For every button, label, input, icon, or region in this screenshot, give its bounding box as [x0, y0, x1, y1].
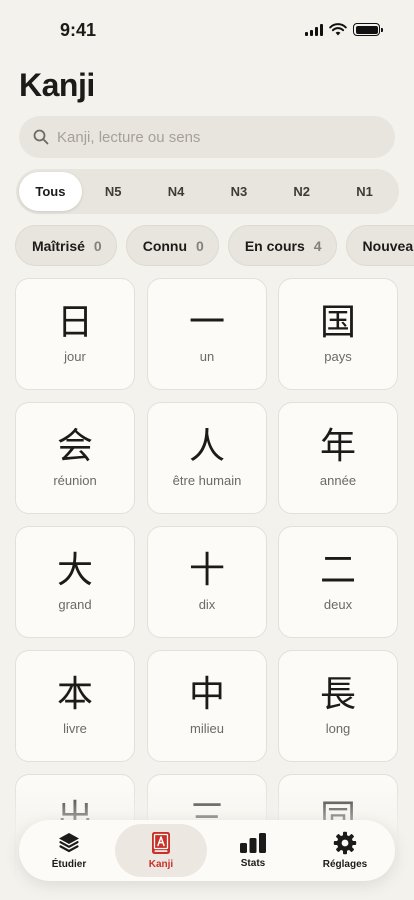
kanji-card[interactable]: 二 deux: [278, 526, 398, 638]
tab-kanji[interactable]: Kanji: [115, 824, 207, 877]
kanji-character: 本: [56, 674, 93, 715]
kanji-meaning: deux: [323, 597, 353, 612]
filter-chip-count: 4: [313, 237, 322, 254]
battery-icon: [353, 23, 383, 36]
status-filter-chips: Maîtrisé 0 Connu 0 En cours 4 Nouveau: [15, 225, 414, 267]
kanji-card[interactable]: 年 année: [278, 402, 398, 514]
kanji-meaning: grand: [58, 597, 92, 612]
kanji-character: 会: [56, 426, 93, 467]
filter-chip-label: Connu: [142, 237, 188, 254]
tab-label: Réglages: [322, 859, 368, 870]
wifi-icon: [329, 23, 347, 36]
kanji-card[interactable]: 日 jour: [15, 278, 135, 390]
kanji-meaning: pays: [324, 349, 352, 364]
filter-chip-maitrise[interactable]: Maîtrisé 0: [15, 225, 117, 266]
level-segmented-control: Tous N5 N4 N3 N2 N1: [16, 169, 399, 214]
level-tab-n5[interactable]: N5: [82, 172, 145, 211]
filter-chip-label: Nouveau: [362, 237, 414, 254]
filter-chip-en-cours[interactable]: En cours 4: [227, 225, 337, 266]
kanji-card[interactable]: 本 livre: [15, 650, 135, 762]
kanji-book-icon: [152, 832, 170, 854]
level-tab-n4[interactable]: N4: [145, 172, 208, 211]
tab-bar: Étudier Kanji Stats Réglages: [19, 820, 395, 881]
filter-chip-nouveau[interactable]: Nouveau: [345, 225, 414, 266]
kanji-meaning: milieu: [190, 721, 224, 736]
kanji-character: 人: [188, 426, 225, 467]
status-bar: 9:41: [0, 0, 414, 58]
level-tab-tous[interactable]: Tous: [19, 172, 82, 211]
kanji-meaning: livre: [63, 721, 87, 736]
kanji-character: 一: [188, 302, 225, 343]
status-time: 9:41: [60, 20, 97, 40]
level-tab-n2[interactable]: N2: [270, 172, 333, 211]
kanji-card[interactable]: 長 long: [278, 650, 398, 762]
kanji-card[interactable]: 中 milieu: [147, 650, 267, 762]
tab-label: Kanji: [148, 859, 174, 870]
stack-icon: [59, 833, 79, 853]
bar-chart-icon: [240, 833, 266, 853]
tab-stats[interactable]: Stats: [207, 824, 299, 877]
filter-chip-label: En cours: [244, 237, 305, 254]
search-input[interactable]: [57, 128, 377, 146]
kanji-character: 長: [319, 674, 356, 715]
kanji-meaning: dix: [198, 597, 216, 612]
tab-reglages[interactable]: Réglages: [299, 824, 391, 877]
level-tab-n1[interactable]: N1: [333, 172, 396, 211]
kanji-character: 国: [319, 302, 356, 343]
status-icons: [305, 23, 383, 36]
kanji-meaning: être humain: [172, 473, 242, 488]
kanji-card[interactable]: 国 pays: [278, 278, 398, 390]
filter-chip-connu[interactable]: Connu 0: [125, 225, 219, 266]
filter-chip-label: Maîtrisé: [32, 237, 85, 254]
kanji-character: 中: [188, 674, 225, 715]
kanji-meaning: réunion: [53, 473, 97, 488]
tab-label: Stats: [240, 858, 266, 869]
tab-etudier[interactable]: Étudier: [23, 824, 115, 877]
kanji-card[interactable]: 人 être humain: [147, 402, 267, 514]
filter-chip-count: 0: [93, 237, 102, 254]
tab-label: Étudier: [51, 859, 87, 870]
gear-icon: [333, 831, 357, 855]
kanji-character: 日: [56, 302, 93, 343]
kanji-character: 大: [56, 550, 93, 591]
kanji-character: 二: [319, 550, 356, 591]
kanji-card[interactable]: 大 grand: [15, 526, 135, 638]
search-icon: [33, 129, 49, 145]
search-bar[interactable]: [19, 116, 395, 158]
kanji-card[interactable]: 会 réunion: [15, 402, 135, 514]
kanji-meaning: jour: [64, 349, 86, 364]
page-title: Kanji: [19, 67, 95, 103]
kanji-character: 十: [188, 550, 225, 591]
kanji-card[interactable]: 一 un: [147, 278, 267, 390]
kanji-meaning: long: [325, 721, 351, 736]
kanji-character: 年: [319, 426, 356, 467]
cellular-signal-icon: [305, 23, 323, 36]
filter-chip-count: 0: [196, 237, 204, 254]
level-tab-n3[interactable]: N3: [207, 172, 270, 211]
kanji-meaning: un: [199, 349, 215, 364]
kanji-meaning: année: [319, 473, 357, 488]
kanji-card[interactable]: 十 dix: [147, 526, 267, 638]
